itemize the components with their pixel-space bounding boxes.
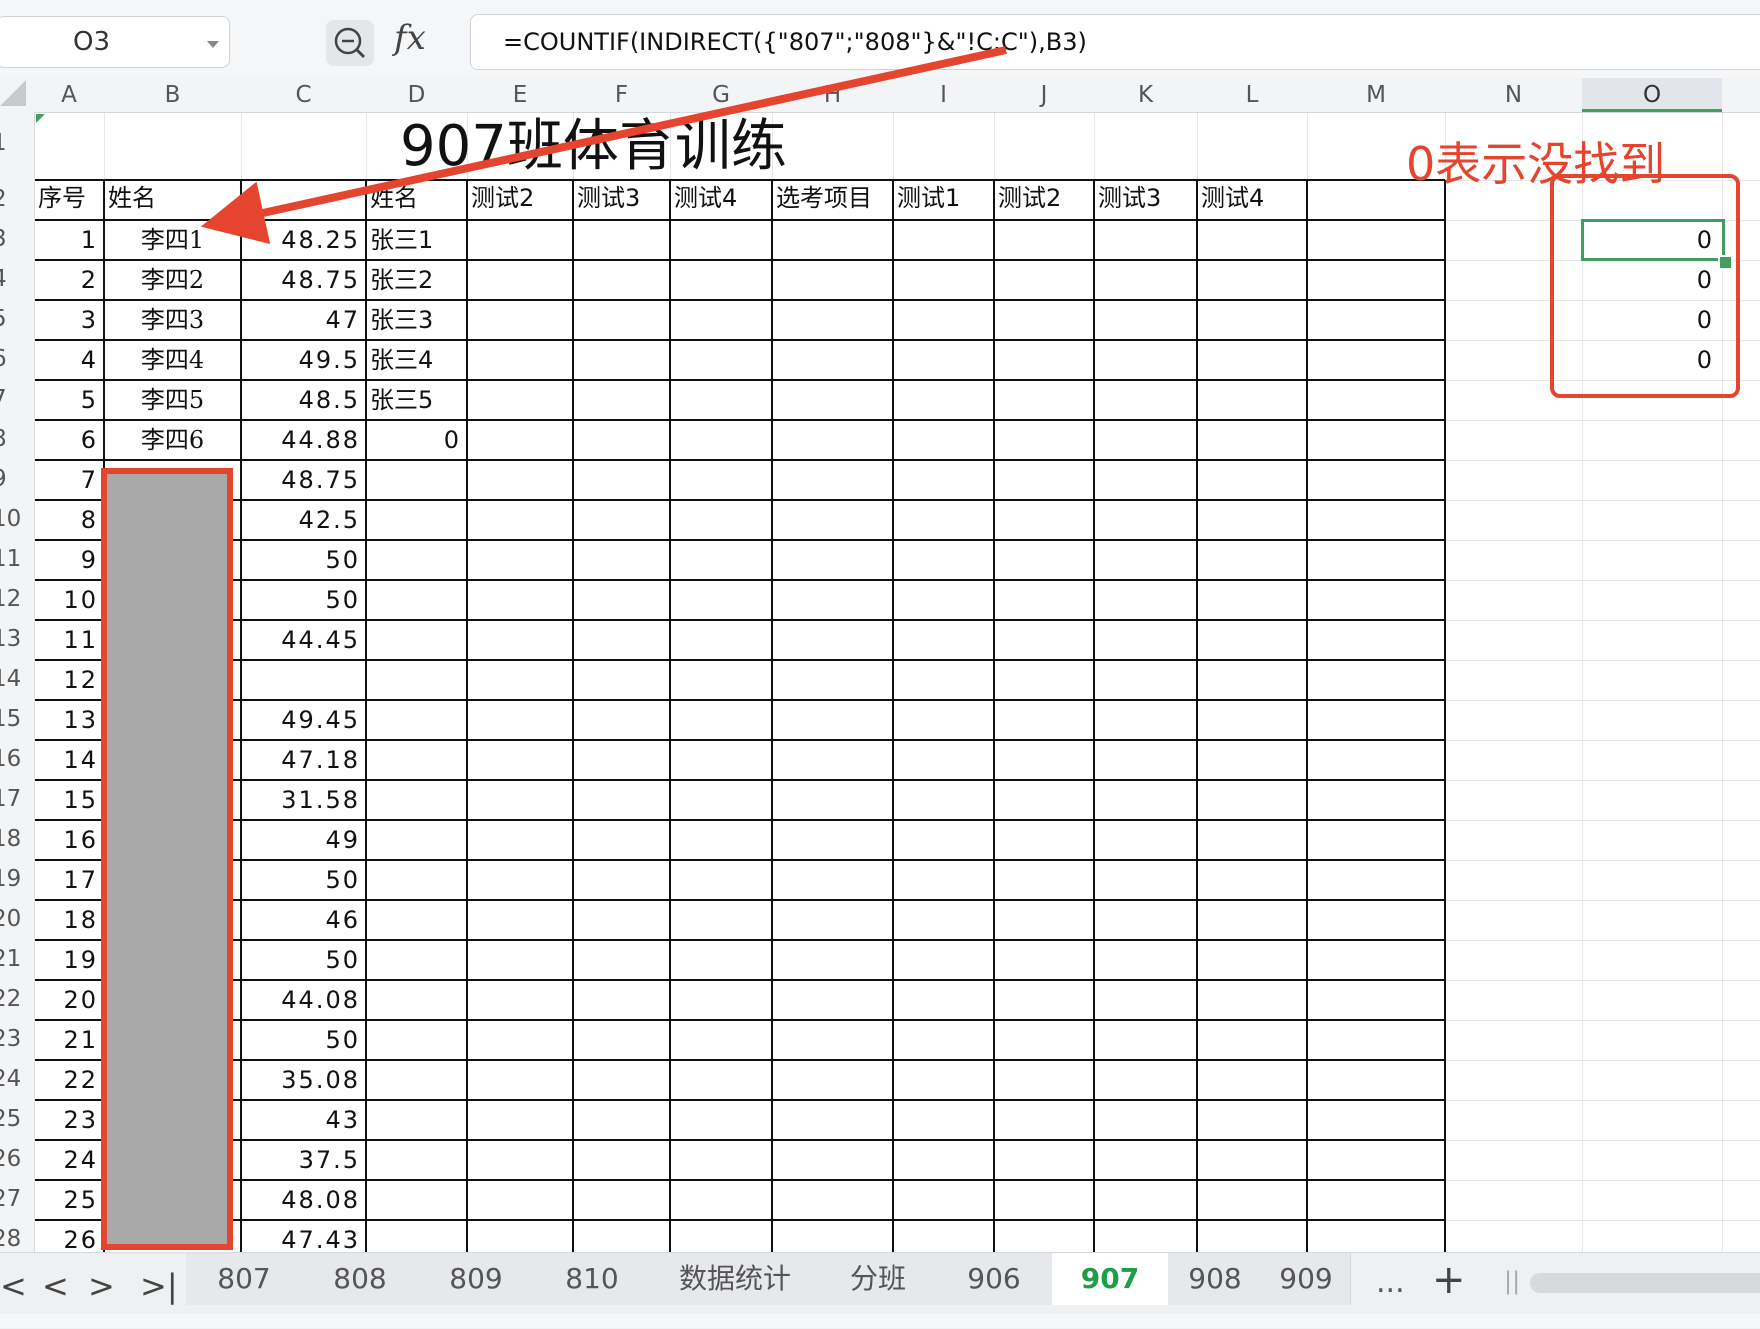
more-tabs-button[interactable]: ... [1376, 1265, 1405, 1300]
sheet-tab-9[interactable]: 909 [1262, 1253, 1351, 1305]
sheet-tab-5[interactable]: 分班 [820, 1253, 937, 1305]
prev-sheet-button[interactable]: < [42, 1267, 69, 1305]
arrow-icon [200, 46, 1007, 245]
sheet-tab-6[interactable]: 906 [936, 1253, 1053, 1305]
next-sheet-button[interactable]: > [88, 1267, 115, 1305]
sheet-tab-7[interactable]: 907 [1052, 1253, 1169, 1305]
sheet-tab-1[interactable]: 808 [302, 1253, 419, 1305]
status-bar [0, 1314, 1760, 1328]
scroll-divider-icon: || [1504, 1267, 1521, 1295]
sheet-tab-2[interactable]: 809 [418, 1253, 535, 1305]
add-sheet-button[interactable]: + [1432, 1257, 1466, 1303]
sheet-tab-3[interactable]: 810 [534, 1253, 651, 1305]
sheet-tab-0[interactable]: 807 [186, 1253, 303, 1305]
sheet-tab-8[interactable]: 908 [1168, 1253, 1263, 1305]
arrow-annotation [200, 46, 1007, 245]
last-sheet-button[interactable]: >| [140, 1267, 178, 1305]
sheet-tab-4[interactable]: 数据统计 [650, 1253, 821, 1305]
horizontal-scrollbar[interactable] [1530, 1273, 1760, 1293]
first-sheet-button[interactable]: < [0, 1267, 27, 1305]
